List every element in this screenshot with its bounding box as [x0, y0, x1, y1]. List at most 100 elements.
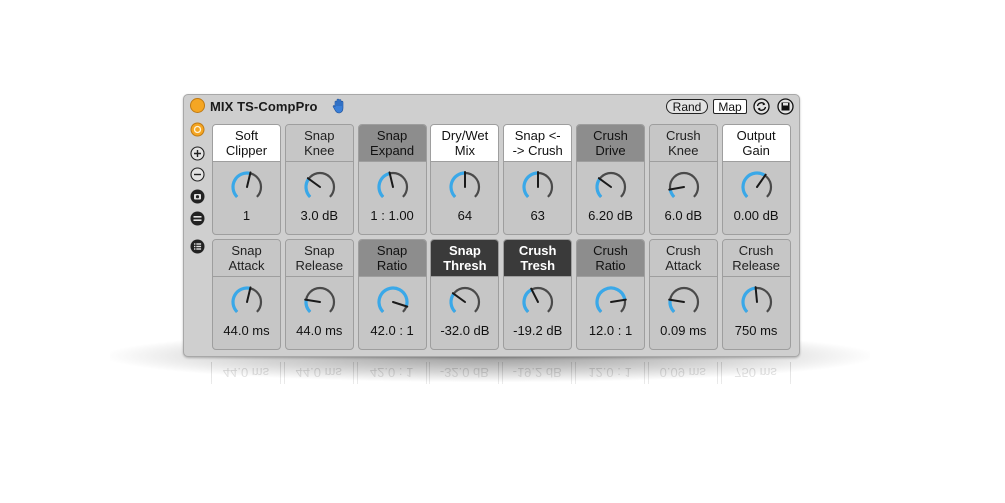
param-knob[interactable] [519, 167, 557, 205]
param-value: -19.2 dB [513, 323, 563, 338]
param-value: 44.0 ms [296, 323, 343, 338]
param-cell: Crush Ratio 12.0 : 1 [576, 239, 645, 350]
param-value: 63 [530, 208, 545, 223]
param-value: 42.0 : 1 [370, 323, 414, 338]
rand-button[interactable]: Rand [666, 99, 708, 114]
param-cell: Output Gain 0.00 dB [721, 124, 791, 235]
param-knob[interactable] [519, 282, 557, 320]
param-label[interactable]: Crush Knee [649, 125, 717, 162]
device-panel: MIX TS-CompPro Rand Map Soft Clipper 1 S… [183, 94, 800, 357]
reflection-value: 750 ms [720, 362, 791, 384]
param-cell: Snap <- -> Crush 63 [503, 124, 573, 235]
param-knob[interactable] [228, 167, 266, 205]
knob-value-arc [522, 171, 539, 199]
param-knob[interactable] [592, 167, 630, 205]
param-value: 750 ms [734, 323, 778, 338]
knob-value-arc [304, 177, 312, 199]
plus-icon[interactable] [190, 146, 205, 161]
param-value: 6.20 dB [588, 208, 633, 223]
save-preset-icon[interactable] [777, 98, 794, 115]
list-icon[interactable] [190, 239, 205, 254]
param-cell: Soft Clipper 1 [212, 124, 281, 235]
param-label[interactable]: Snap Thresh [431, 240, 499, 277]
param-label[interactable]: Snap Expand [358, 125, 426, 162]
device-reflection: 44.0 ms 44.0 ms 42.0 : 1 -32.0 dB -19.2 dB 12… [183, 358, 800, 416]
knob-value-arc [449, 171, 466, 199]
map-button[interactable]: Map [713, 99, 747, 114]
param-label[interactable]: Soft Clipper [213, 125, 280, 162]
power-ring-icon[interactable] [190, 122, 205, 137]
equals-icon[interactable] [190, 211, 205, 226]
knob-needle [388, 171, 394, 188]
param-label[interactable]: Crush Release [722, 240, 790, 277]
knob-value-arc [377, 286, 409, 314]
param-knob[interactable] [301, 167, 339, 205]
param-label[interactable]: Crush Drive [577, 125, 644, 162]
knob-value-arc [741, 171, 766, 199]
param-value: 3.0 dB [300, 208, 339, 223]
param-cell: Snap Thresh -32.0 dB [430, 239, 500, 350]
param-label[interactable]: Snap Attack [213, 240, 280, 277]
param-value: 0.00 dB [733, 208, 779, 223]
param-label[interactable]: Snap Ratio [358, 240, 426, 277]
param-label[interactable]: Snap Knee [285, 125, 353, 162]
param-knob[interactable] [738, 282, 776, 320]
knob-value-arc [668, 299, 676, 314]
reflection-value: 0.09 ms [647, 362, 718, 384]
param-label[interactable]: Crush Tresh [504, 240, 572, 277]
param-knob[interactable] [228, 282, 266, 320]
param-knob[interactable] [301, 282, 339, 320]
param-knob[interactable] [446, 282, 484, 320]
knob-value-arc [522, 288, 533, 314]
param-label[interactable]: Crush Ratio [577, 240, 644, 277]
reflection-value: 44.0 ms [283, 362, 354, 384]
minus-icon[interactable] [190, 167, 205, 182]
reflection-value: -19.2 dB [502, 362, 573, 384]
device-title: MIX TS-CompPro [210, 99, 318, 114]
param-value: 6.0 dB [664, 208, 703, 223]
param-cell: Crush Tresh -19.2 dB [503, 239, 573, 350]
param-value: 64 [457, 208, 473, 223]
knob-value-arc [304, 299, 312, 314]
param-cell: Snap Ratio 42.0 : 1 [357, 239, 427, 350]
param-knob[interactable] [592, 282, 630, 320]
param-knob[interactable] [374, 167, 412, 205]
param-label[interactable]: Snap Release [285, 240, 353, 277]
knob-needle [452, 292, 467, 303]
reflection-value: 44.0 ms [211, 362, 281, 384]
knob-needle [754, 286, 758, 303]
param-cell: Snap Knee 3.0 dB [284, 124, 354, 235]
param-label[interactable]: Dry/Wet Mix [431, 125, 499, 162]
param-cell: Snap Expand 1 : 1.00 [357, 124, 427, 235]
param-knob[interactable] [665, 282, 703, 320]
param-knob[interactable] [374, 282, 412, 320]
knob-track [668, 171, 699, 198]
knob-needle [391, 301, 408, 308]
knob-track [450, 286, 481, 313]
param-knob[interactable] [446, 167, 484, 205]
hand-icon [332, 98, 344, 114]
param-label[interactable]: Crush Attack [649, 240, 717, 277]
param-cell: Snap Attack 44.0 ms [212, 239, 281, 350]
param-value: 44.0 ms [223, 323, 270, 338]
knob-value-arc [668, 189, 676, 199]
param-value: -32.0 dB [440, 323, 490, 338]
knob-track [595, 171, 627, 198]
knob-value-arc [741, 286, 756, 314]
knob-needle [306, 177, 321, 188]
camera-icon[interactable] [190, 189, 205, 204]
param-cell: Crush Knee 6.0 dB [648, 124, 718, 235]
param-knob[interactable] [665, 167, 703, 205]
reflection-value: 42.0 : 1 [356, 362, 427, 384]
knob-value-arc [449, 292, 457, 314]
param-cell: Crush Attack 0.09 ms [648, 239, 718, 350]
param-value: 1 : 1.00 [370, 208, 414, 223]
device-power-toggle[interactable] [190, 98, 205, 113]
param-label[interactable]: Output Gain [722, 125, 790, 162]
param-value: 0.09 ms [660, 323, 707, 338]
hot-swap-icon[interactable] [753, 98, 770, 115]
param-label[interactable]: Snap <- -> Crush [504, 125, 572, 162]
knob-needle [755, 173, 767, 188]
param-cell: Crush Drive 6.20 dB [576, 124, 645, 235]
param-knob[interactable] [738, 167, 776, 205]
